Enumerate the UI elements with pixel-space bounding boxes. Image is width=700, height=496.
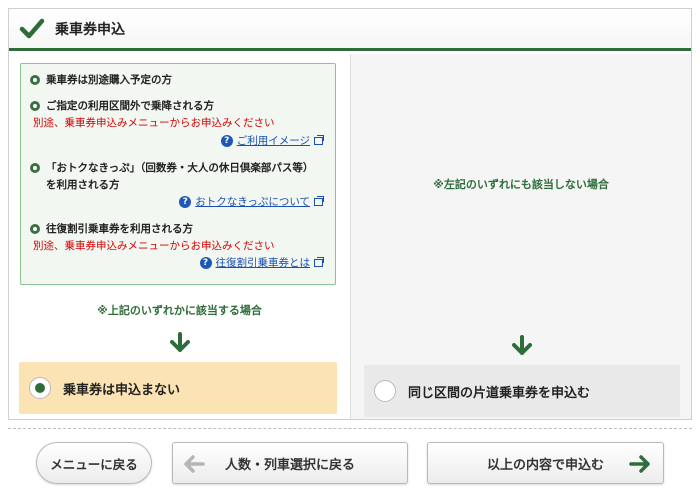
item-note: 別途、乗車券申込みメニューからお申込みください: [33, 240, 275, 252]
right-condition-text: ※左記のいずれにも該当しない場合: [433, 178, 609, 191]
panel-header: 乗車券申込: [9, 9, 691, 51]
item-title: 「おトクなきっぷ」（回数券・大人の休日倶楽部パス等）: [46, 162, 314, 174]
external-link-icon: [314, 134, 324, 145]
bullet-icon: [30, 224, 40, 234]
help-icon: ?: [199, 256, 212, 269]
button-label: メニューに戻る: [50, 456, 138, 472]
right-column: ※左記のいずれにも該当しない場合 同じ区間の片道乗車券を申込む: [350, 54, 691, 419]
submit-button[interactable]: 以上の内容で申込む: [427, 442, 664, 484]
ticket-request-panel: 乗車券申込 乗車券は別途購入予定の方 ご指定の利用区間外で乗降される方 別途、乗…: [8, 8, 692, 420]
radio-unselected[interactable]: [374, 380, 396, 402]
link-text[interactable]: 往復割引乗車券とは: [216, 255, 311, 270]
item-title-line2: を利用される方: [46, 179, 120, 191]
back-to-menu-button[interactable]: メニューに戻る: [36, 442, 152, 484]
link-text[interactable]: おトクなきっぷについて: [195, 194, 310, 209]
radio-selected[interactable]: [29, 377, 51, 399]
discount-tickets-link[interactable]: ? おトクなきっぷについて: [179, 194, 324, 209]
option-one-way-ticket[interactable]: 同じ区間の片道乗車券を申込む: [364, 365, 680, 417]
check-icon: [19, 18, 45, 38]
bullet-icon: [30, 75, 40, 85]
item-title: 乗車券は別途購入予定の方: [46, 74, 172, 86]
help-icon: ?: [179, 195, 192, 208]
arrow-down-icon: [170, 332, 190, 352]
item-title: ご指定の利用区間外で乗降される方: [46, 100, 214, 112]
button-label: 人数・列車選択に戻る: [224, 457, 355, 473]
option-no-ticket[interactable]: 乗車券は申込まない: [19, 362, 337, 414]
bullet-icon: [30, 163, 40, 173]
help-icon: ?: [220, 134, 233, 147]
left-condition-text: ※上記のいずれかに該当する場合: [97, 304, 262, 317]
panel-title: 乗車券申込: [55, 21, 125, 38]
item-title: 往復割引乗車券を利用される方: [46, 223, 193, 235]
option-label: 同じ区間の片道乗車券を申込む: [408, 385, 591, 401]
arrow-right-icon: [629, 455, 650, 473]
back-to-selection-button[interactable]: 人数・列車選択に戻る: [172, 442, 408, 484]
conditions-box: 乗車券は別途購入予定の方 ご指定の利用区間外で乗降される方 別途、乗車券申込みメ…: [20, 63, 336, 285]
option-label: 乗車券は申込まない: [63, 382, 181, 398]
arrow-left-icon: [184, 455, 205, 473]
button-label: 以上の内容で申込む: [486, 457, 604, 473]
left-column: 乗車券は別途購入予定の方 ご指定の利用区間外で乗降される方 別途、乗車券申込みメ…: [9, 54, 350, 419]
external-link-icon: [314, 195, 324, 206]
round-trip-link[interactable]: ? 往復割引乗車券とは: [199, 255, 324, 270]
item-note: 別途、乗車券申込みメニューからお申込みください: [33, 117, 275, 129]
divider: [8, 428, 692, 429]
link-text[interactable]: ご利用イメージ: [237, 133, 310, 148]
arrow-down-icon: [512, 335, 532, 355]
bullet-icon: [30, 101, 40, 111]
usage-image-link[interactable]: ? ご利用イメージ: [220, 133, 324, 148]
external-link-icon: [314, 256, 324, 267]
